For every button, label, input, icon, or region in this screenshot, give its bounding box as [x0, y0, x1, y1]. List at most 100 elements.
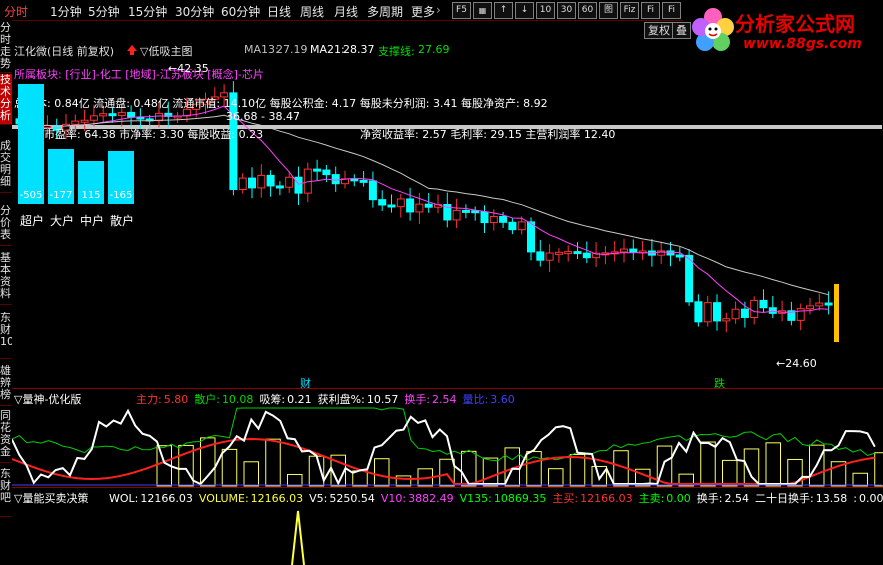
candle-body-32 [313, 168, 322, 172]
period-60-button[interactable]: 60 [578, 2, 597, 19]
candle-body-59 [564, 251, 573, 255]
tool-icons-row [287, 2, 447, 18]
fund-flow-label-super: 超户 [20, 214, 45, 228]
sub2-volume-spike [291, 510, 305, 565]
fund-flow-chart: -505 -177 115 -165 超户 大户 中户 散户 [18, 74, 138, 228]
fuquan-button[interactable]: 复权 [644, 22, 674, 39]
sub1-line-white [12, 408, 876, 486]
candle-body-48 [461, 209, 470, 213]
fiz-button[interactable]: Fiz [620, 2, 639, 19]
candle-body-28 [275, 185, 284, 189]
brand-title: 分析家公式网 [735, 12, 855, 36]
candle-body-54 [517, 221, 526, 231]
candle-body-43 [415, 203, 424, 213]
sidebar-tab-dongcai[interactable]: 东财10 [0, 312, 12, 359]
sub1-bar-47 [352, 470, 368, 487]
left-sidebar: 分时走势 技术分析 成交明细 分价表 基本资料 东财10 雄辨榜 同花资金 东财… [0, 20, 12, 565]
fund-flow-bar-label-0: -505 [19, 190, 43, 201]
candle-body-27 [266, 174, 275, 187]
sub1-bar-29 [221, 448, 238, 487]
candle-body-44 [424, 203, 433, 208]
candle-body-29 [285, 176, 294, 188]
candle-body-40 [387, 204, 396, 208]
candle-body-61 [582, 252, 591, 259]
candle-body-60 [573, 251, 582, 255]
sub1-bar-38 [287, 473, 303, 487]
tab-5min[interactable]: 5分钟 [88, 3, 120, 20]
candle-body-51 [489, 215, 498, 224]
brand-logo: 分析家公式网 www.88gs.com [683, 0, 883, 62]
arrow-up-icon[interactable]: ↑ [494, 2, 513, 19]
sub1-bar-116 [852, 472, 868, 487]
period-30-button[interactable]: 30 [557, 2, 576, 19]
candle-body-81 [768, 307, 777, 314]
candle-body-30 [294, 176, 303, 194]
flower-logo-icon [692, 8, 734, 51]
candle-body-42 [406, 198, 415, 213]
candle-body-76 [722, 318, 731, 322]
sub1-line-green [12, 407, 875, 462]
fund-flow-label-small: 散户 [110, 214, 135, 228]
tab-1min[interactable]: 1分钟 [50, 3, 82, 20]
candle-body-87 [824, 302, 833, 306]
sub1-legend: 主力: 5.80 散户: 10.08 吸筹: 0.21 获利盘%: 10.57 换手: 2.54 量… [130, 391, 515, 406]
ma21-value: 28.37 [343, 43, 375, 56]
sidebar-tab-trades[interactable]: 成交明细 [0, 140, 12, 193]
sub1-bar-77 [569, 454, 586, 487]
fund-flow-label-mid: 中户 [80, 214, 105, 228]
sub1-bar-119 [874, 452, 883, 487]
panel-divider-1 [12, 388, 883, 389]
chart-mode-icon[interactable]: ▦ [473, 2, 492, 19]
sub2-chart[interactable] [12, 503, 883, 565]
sidebar-tab-price-table[interactable]: 分价表 [0, 205, 12, 246]
sub1-bar-95 [700, 441, 716, 487]
overlay-button[interactable]: 叠 [672, 22, 691, 39]
tab-fenshi[interactable]: 分时 [4, 3, 28, 20]
sub1-bar-35 [265, 438, 281, 487]
candle-body-73 [694, 301, 703, 323]
ma13-value: 27.19 [276, 43, 308, 56]
support-value: 27.69 [418, 43, 450, 56]
period-10-button[interactable]: 10 [536, 2, 555, 19]
candle-body-85 [806, 305, 814, 310]
sidebar-tab-rank[interactable]: 雄辨榜 [0, 365, 12, 406]
candle-body-66 [629, 248, 638, 253]
sub1-bar-62 [461, 450, 477, 487]
tab-15min[interactable]: 15分钟 [128, 3, 167, 20]
sidebar-tab-fenshi[interactable]: 分时走势 [0, 22, 12, 73]
brand-url[interactable]: www.88gs.com [743, 36, 862, 52]
sidebar-tab-profile[interactable]: 基本资料 [0, 252, 12, 305]
fi-button-2[interactable]: Fi [662, 2, 681, 19]
price-high-label: ←42.35 [168, 62, 209, 75]
sidebar-tab-funds[interactable]: 同花资金 [0, 410, 12, 463]
tab-30min[interactable]: 30分钟 [175, 3, 214, 20]
candle-body-74 [703, 302, 712, 323]
ma-line-1 [19, 114, 829, 296]
last-bar-highlight [834, 284, 839, 342]
fund-flow-bar-label-2: 115 [81, 190, 101, 201]
sidebar-tab-forum[interactable]: 东财吧 [0, 468, 12, 517]
fundamental-line-2-right: 净资收益率: 2.57 毛利率: 29.15 主营利润率 12.40 [360, 128, 616, 141]
candle-body-53 [508, 221, 517, 231]
fi-button-1[interactable]: Fi [641, 2, 660, 19]
candle-body-79 [750, 299, 759, 318]
candle-body-36 [350, 178, 359, 182]
picture-icon[interactable]: 图 [599, 2, 618, 19]
candle-body-55 [527, 221, 535, 253]
candle-body-80 [759, 299, 768, 309]
sidebar-tab-technical[interactable]: 技术分析 [0, 74, 12, 125]
sub1-bar-74 [548, 468, 564, 487]
ma13-label: MA13: [244, 43, 279, 56]
f5-button[interactable]: F5 [452, 2, 471, 19]
price-low-label: ←24.60 [776, 357, 817, 370]
ma21-label: MA21: [310, 43, 345, 56]
candle-body-37 [359, 179, 368, 183]
tab-60min[interactable]: 60分钟 [221, 3, 260, 20]
fund-flow-label-big: 大户 [50, 214, 75, 228]
range-label: 36.68 - 38.47 [226, 110, 300, 123]
candle-body-34 [331, 174, 340, 185]
sub1-chart[interactable] [12, 404, 883, 487]
arrow-down-icon[interactable]: ↓ [515, 2, 534, 19]
candle-body-39 [378, 199, 387, 206]
sub1-bar-98 [722, 459, 738, 487]
